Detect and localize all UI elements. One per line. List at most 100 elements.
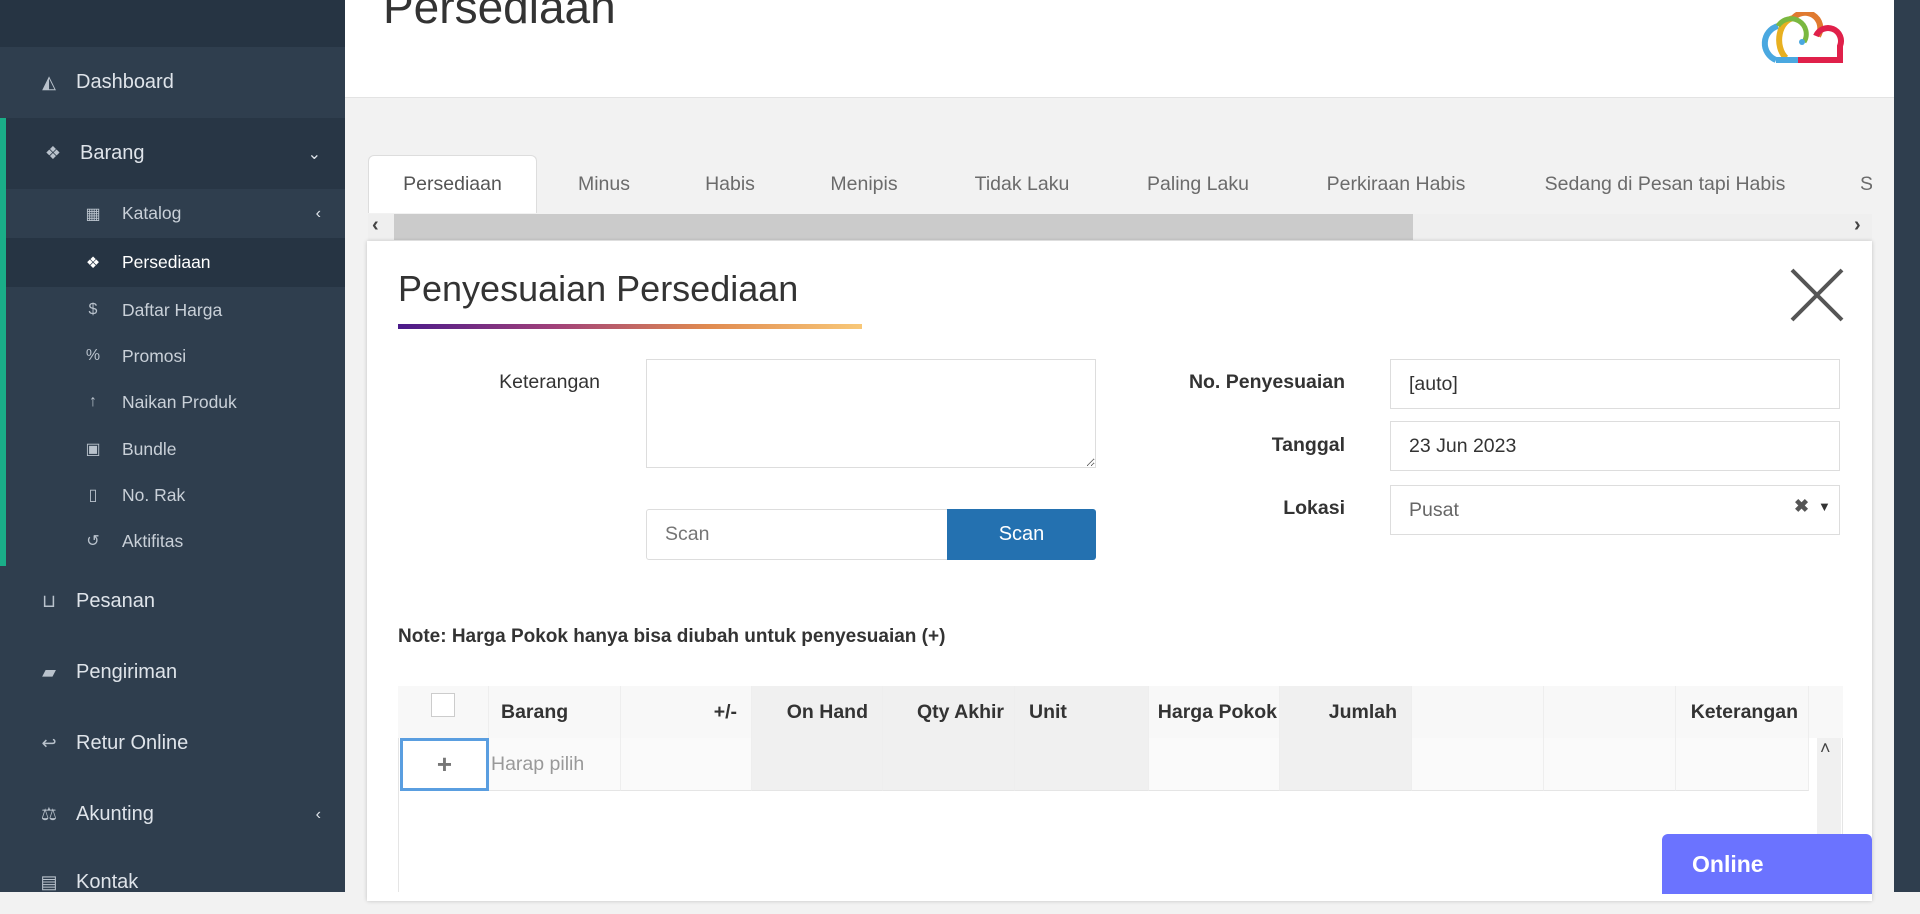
tab-habis[interactable]: Habis	[675, 155, 785, 213]
sidebar-item-barang[interactable]: ❖ Barang ⌄	[0, 118, 345, 189]
scroll-right-icon[interactable]: ›	[1854, 214, 1861, 237]
qty-akhir-cell	[883, 738, 1015, 791]
col-keterangan: Keterangan	[1676, 686, 1809, 738]
dollar-icon: $	[88, 301, 98, 318]
col-jumlah: Jumlah	[1280, 686, 1412, 738]
sidebar-item-aktifitas[interactable]: ↺ Aktifitas	[0, 518, 345, 564]
chevron-left-icon: ‹	[315, 204, 321, 222]
clear-icon[interactable]: ✖	[1794, 496, 1809, 517]
sidebar-item-daftar-harga[interactable]: $ Daftar Harga	[0, 287, 345, 333]
sidebar-item-dashboard[interactable]: ◭ Dashboard	[0, 47, 345, 118]
harga-pokok-cell[interactable]	[1149, 738, 1280, 791]
no-penyesuaian-label: No. Penyesuaian	[1188, 371, 1345, 393]
sidebar-item-pesanan[interactable]: ⊔ Pesanan	[0, 566, 345, 637]
page-title: Persediaan	[383, 0, 616, 33]
keterangan-textarea[interactable]	[646, 359, 1096, 468]
tab-label: S	[1860, 172, 1872, 195]
scroll-up-icon[interactable]: ˄	[1820, 738, 1831, 759]
unit-cell	[1015, 738, 1149, 791]
tab-minus[interactable]: Minus	[545, 155, 663, 213]
label: Akunting	[76, 803, 154, 825]
add-row-button[interactable]: +	[400, 738, 489, 791]
blank-cell-1	[1412, 738, 1544, 791]
sidebar-item-naikan-produk[interactable]: ↑ Naikan Produk	[0, 379, 345, 425]
tab-sedang-di-pesan-tapi-habis[interactable]: Sedang di Pesan tapi Habis	[1525, 155, 1805, 213]
caret-down-icon[interactable]: ▼	[1818, 499, 1831, 514]
tanggal-label: Tanggal	[1271, 434, 1345, 456]
th-large-icon: ▣	[85, 441, 101, 458]
tab-label: Habis	[705, 172, 755, 195]
label: Pesanan	[76, 590, 155, 612]
balance-scale-icon: ⚖	[40, 804, 58, 824]
label: Persediaan	[122, 252, 211, 272]
label: Dashboard	[76, 71, 174, 93]
plus-minus-cell[interactable]	[621, 738, 752, 791]
sidebar-item-katalog[interactable]: ▦ Katalog ‹	[0, 189, 345, 238]
tab-label: Tidak Laku	[974, 172, 1070, 195]
label: Daftar Harga	[122, 299, 223, 320]
col-harga-pokok: Harga Pokok	[1149, 686, 1280, 738]
title-underline	[398, 324, 862, 329]
online-status-button[interactable]: Online	[1662, 834, 1872, 894]
grid-icon: ▦	[85, 205, 101, 223]
tab-tidak-laku[interactable]: Tidak Laku	[945, 155, 1099, 213]
sidebar-item-promosi[interactable]: % Promosi	[0, 333, 345, 379]
tab-more[interactable]: S	[1860, 155, 1872, 213]
sidebar-item-akunting[interactable]: ⚖ Akunting ‹	[0, 779, 345, 850]
scan-input[interactable]	[646, 509, 948, 560]
label: Promosi	[122, 345, 187, 366]
scrollbar-thumb[interactable]	[394, 214, 1413, 240]
close-icon[interactable]	[1789, 267, 1845, 323]
sidebar-item-retur-online[interactable]: ↩ Retur Online	[0, 708, 345, 779]
label: Bundle	[122, 438, 177, 459]
tab-label: Perkiraan Habis	[1326, 172, 1466, 195]
note-text: Note: Harga Pokok hanya bisa diubah untu…	[398, 626, 946, 647]
modal-title: Penyesuaian Persediaan	[398, 268, 799, 309]
sidebar-item-persediaan[interactable]: ❖ Persediaan	[0, 238, 345, 287]
address-card-icon: ▤	[40, 871, 58, 892]
tab-paling-laku[interactable]: Paling Laku	[1118, 155, 1278, 213]
lokasi-value: Pusat	[1409, 498, 1459, 521]
label: No. Rak	[122, 484, 186, 505]
tab-menipis[interactable]: Menipis	[800, 155, 928, 213]
lokasi-label: Lokasi	[1283, 497, 1345, 519]
jumlah-cell	[1280, 738, 1412, 791]
no-penyesuaian-field[interactable]: [auto]	[1390, 359, 1840, 409]
tab-label: Menipis	[830, 172, 898, 195]
cubes-icon: ❖	[44, 143, 62, 163]
col-blank-2	[1544, 686, 1676, 738]
tab-label: Sedang di Pesan tapi Habis	[1544, 172, 1786, 195]
tab-persediaan[interactable]: Persediaan	[368, 155, 537, 213]
col-qty-akhir: Qty Akhir	[883, 686, 1015, 738]
sidebar-item-no-rak[interactable]: ▯ No. Rak	[0, 472, 345, 518]
sidebar-item-bundle[interactable]: ▣ Bundle	[0, 426, 345, 472]
chevron-down-icon: ⌄	[307, 145, 321, 163]
tab-perkiraan-habis[interactable]: Perkiraan Habis	[1300, 155, 1492, 213]
header-spacer	[1809, 686, 1843, 738]
col-unit: Unit	[1015, 686, 1149, 738]
select-all-checkbox[interactable]	[431, 693, 455, 717]
keterangan-cell[interactable]	[1676, 738, 1809, 791]
tab-label: Paling Laku	[1147, 172, 1249, 195]
truck-icon: ▰	[42, 662, 56, 682]
barang-cell[interactable]: Harap pilih	[489, 738, 621, 791]
tab-label: Minus	[577, 172, 631, 195]
percent-icon: %	[85, 347, 101, 364]
basket-icon: ⊔	[41, 591, 57, 611]
sidebar-item-pengiriman[interactable]: ▰ Pengiriman	[0, 637, 345, 708]
col-on-hand: On Hand	[752, 686, 883, 738]
history-icon: ↺	[86, 533, 100, 550]
col-blank-1	[1412, 686, 1544, 738]
col-plus-minus: +/-	[621, 686, 752, 738]
blank-cell-2	[1544, 738, 1676, 791]
chevron-left-icon: ‹	[315, 805, 321, 823]
tanggal-field[interactable]: 23 Jun 2023	[1390, 421, 1840, 471]
scroll-left-icon[interactable]: ‹	[372, 214, 379, 237]
lokasi-select[interactable]: Pusat	[1390, 485, 1840, 535]
sidebar-item-kontak[interactable]: ▤ Kontak	[0, 850, 345, 914]
label: Naikan Produk	[122, 391, 237, 412]
area-chart-icon: ◭	[42, 72, 56, 92]
scan-button[interactable]: Scan	[947, 509, 1096, 560]
label: Retur Online	[76, 732, 189, 754]
label: Katalog	[122, 203, 182, 223]
